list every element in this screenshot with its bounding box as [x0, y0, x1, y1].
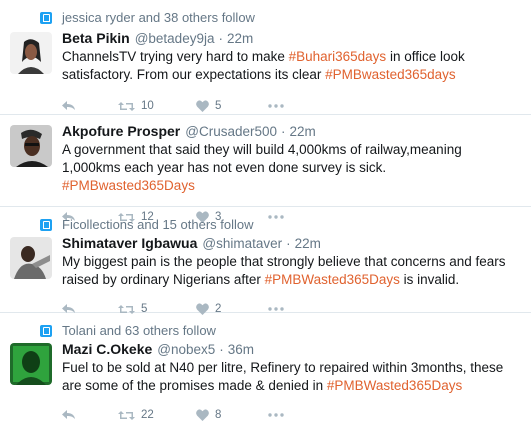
reply-icon: [62, 101, 76, 111]
tweet-text: ChannelsTV trying very hard to make #Buh…: [62, 48, 531, 84]
heart-icon: [196, 100, 209, 112]
separator-dot: ·: [219, 342, 224, 357]
tweet-text: A government that said they will build 4…: [62, 141, 531, 195]
retweet-button[interactable]: 10: [118, 100, 196, 112]
tweet-text-part: ChannelsTV trying very hard to make: [62, 49, 289, 64]
tweet-text: Fuel to be sold at N40 per litre, Refine…: [62, 359, 531, 395]
retweet-count: 22: [141, 409, 154, 421]
display-name[interactable]: Shimataver Igbawua: [62, 235, 197, 251]
hashtag-link[interactable]: #PMBwasted365Days: [62, 178, 195, 193]
user-handle[interactable]: @Crusader500: [185, 124, 277, 139]
follow-context-text: Ficollections and 15 others follow: [62, 217, 254, 232]
tweet[interactable]: Ficollections and 15 others follow Shima…: [0, 207, 531, 315]
like-button[interactable]: 5: [196, 100, 268, 112]
avatar[interactable]: [10, 237, 52, 279]
user-handle[interactable]: @betadey9ja: [135, 31, 215, 46]
tweet[interactable]: Tolani and 63 others follow Mazi C.Okeke…: [0, 313, 531, 421]
timestamp[interactable]: 22m: [290, 124, 316, 139]
reply-button[interactable]: [62, 101, 118, 111]
more-dots-icon: [268, 413, 284, 417]
like-count: 5: [215, 100, 222, 112]
retweet-button[interactable]: 22: [118, 409, 196, 421]
follow-context-icon: [40, 11, 52, 24]
timestamp[interactable]: 22m: [295, 236, 321, 251]
tweet-text-part: is invalid.: [399, 272, 460, 287]
separator-dot: ·: [281, 124, 286, 139]
like-count: 8: [215, 409, 222, 421]
hashtag-link[interactable]: #PMBwasted365days: [325, 67, 456, 82]
like-button[interactable]: 8: [196, 409, 268, 421]
hashtag-link[interactable]: #Buhari365days: [289, 49, 387, 64]
display-name[interactable]: Akpofure Prosper: [62, 123, 180, 139]
timeline: jessica ryder and 38 others follow Beta …: [0, 0, 531, 421]
separator-dot: ·: [218, 31, 223, 46]
follow-context-text: Tolani and 63 others follow: [62, 323, 216, 338]
more-dots-icon: [268, 104, 284, 108]
timestamp[interactable]: 36m: [228, 342, 254, 357]
user-handle[interactable]: @nobex5: [157, 342, 215, 357]
tweet[interactable]: jessica ryder and 38 others follow Beta …: [0, 0, 531, 115]
tweet-text: My biggest pain is the people that stron…: [62, 253, 531, 289]
more-button[interactable]: [268, 307, 284, 311]
avatar[interactable]: [10, 32, 52, 74]
retweet-count: 10: [141, 100, 154, 112]
display-name[interactable]: Mazi C.Okeke: [62, 341, 152, 357]
tweet-actions: 10 5: [62, 96, 531, 116]
retweet-icon: [118, 410, 135, 421]
separator-dot: ·: [286, 236, 291, 251]
more-dots-icon: [268, 307, 284, 311]
more-button[interactable]: [268, 413, 284, 417]
tweet-text-part: A government that said they will build 4…: [62, 142, 462, 175]
follow-context: Tolani and 63 others follow: [40, 323, 216, 338]
retweet-icon: [118, 101, 135, 112]
hashtag-link[interactable]: #PMBWasted365Days: [265, 272, 400, 287]
follow-context-text: jessica ryder and 38 others follow: [62, 10, 255, 25]
timestamp[interactable]: 22m: [227, 31, 253, 46]
follow-context-icon: [40, 324, 52, 337]
follow-context: jessica ryder and 38 others follow: [40, 10, 255, 25]
reply-icon: [62, 410, 76, 420]
avatar[interactable]: [10, 125, 52, 167]
follow-context: Ficollections and 15 others follow: [40, 217, 254, 232]
display-name[interactable]: Beta Pikin: [62, 30, 130, 46]
follow-context-icon: [40, 218, 52, 231]
reply-button[interactable]: [62, 410, 118, 420]
user-handle[interactable]: @shimataver: [202, 236, 282, 251]
hashtag-link[interactable]: #PMBWasted365Days: [327, 378, 462, 393]
more-button[interactable]: [268, 104, 284, 108]
avatar[interactable]: [10, 343, 52, 385]
tweet-actions: 22 8: [62, 405, 531, 425]
heart-icon: [196, 409, 209, 421]
tweet[interactable]: Akpofure Prosper @Crusader500 · 22m A go…: [0, 115, 531, 223]
